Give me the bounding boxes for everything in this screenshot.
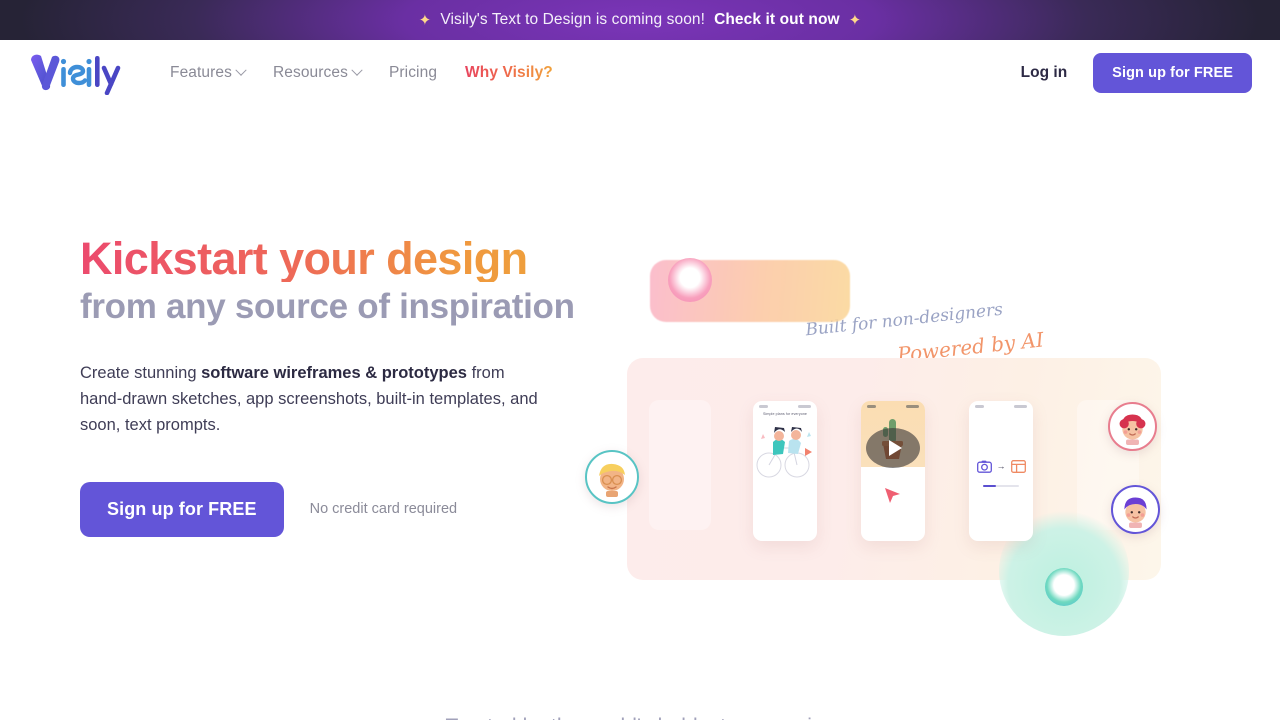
nav-item-pricing-label: Pricing <box>388 63 438 81</box>
sparkles-icon: ✦ <box>418 11 432 29</box>
sparkles-icon: ✦ <box>848 11 862 29</box>
nav-item-features[interactable]: Features <box>170 63 247 82</box>
announcement-banner[interactable]: ✦ Visily's Text to Design is coming soon… <box>0 0 1280 40</box>
mockup-status-bar <box>753 401 817 408</box>
wireframe-icon <box>1010 459 1026 473</box>
visily-logo[interactable] <box>28 51 128 95</box>
camera-icon <box>976 460 992 473</box>
avatar-illustration <box>1119 414 1146 445</box>
hero-cta-note: No credit card required <box>309 501 458 518</box>
avatar-purple-hair-character[interactable] <box>1111 485 1160 534</box>
arrow-right-icon: → <box>996 460 1006 471</box>
progress-track <box>983 484 1019 488</box>
hero-signup-button[interactable]: Sign up for FREE <box>80 481 284 537</box>
visily-logo-mark <box>31 54 121 95</box>
avatar-illustration <box>599 463 625 497</box>
nav-signup-button[interactable]: Sign up for FREE <box>1093 52 1252 93</box>
progress-fill <box>983 484 996 488</box>
nav-item-resources-label: Resources <box>272 63 348 81</box>
login-link[interactable]: Log in <box>1021 64 1068 82</box>
hero-subheadline: from any source of inspiration <box>80 287 575 327</box>
play-button[interactable] <box>866 428 920 468</box>
announcement-text: Visily's Text to Design is coming soon! <box>440 11 706 28</box>
trusted-by-section: Trusted by the world's boldest companies… <box>0 715 1280 720</box>
mockup-card-convert[interactable]: → <box>969 401 1033 541</box>
decorative-dot-top <box>668 258 712 302</box>
cursor-icon <box>885 488 900 503</box>
ghost-card-left <box>649 400 711 530</box>
illustration-panel: Simple plans for everyone → <box>627 358 1161 636</box>
hero-copy: Kickstart your design from any source of… <box>80 235 600 537</box>
mockup-card-video[interactable] <box>861 401 925 541</box>
nav-actions: Log in Sign up for FREE <box>1021 52 1252 93</box>
avatar-blond-character[interactable] <box>585 450 639 504</box>
nav-item-why-visily[interactable]: Why Visily? <box>465 64 553 82</box>
hero-headline: Kickstart your design <box>80 235 600 283</box>
announcement-banner-content: ✦ Visily's Text to Design is coming soon… <box>419 11 862 29</box>
main-navigation: Features Resources Pricing Why Visily? L… <box>0 40 1280 105</box>
mockup-card-sketch[interactable]: Simple plans for everyone <box>753 401 817 541</box>
nav-item-features-label: Features <box>170 63 232 81</box>
mockup-status-bar <box>861 401 925 408</box>
hero-section: Kickstart your design from any source of… <box>0 105 1280 720</box>
convert-flow: → <box>969 459 1033 473</box>
announcement-cta-link[interactable]: Check it out now <box>714 11 840 29</box>
play-icon <box>888 440 902 456</box>
hero-cta-row: Sign up for FREE No credit card required <box>80 481 600 537</box>
trusted-by-title: Trusted by the world's boldest companies <box>0 715 1280 720</box>
chevron-down-icon <box>235 64 247 76</box>
nav-item-resources[interactable]: Resources <box>272 63 363 82</box>
hero-description-bold: software wireframes & prototypes <box>201 363 467 382</box>
avatar-illustration <box>1124 497 1147 528</box>
decorative-dot-teal <box>1045 568 1083 606</box>
mockup-card-sketch-title: Simple plans for everyone <box>762 411 808 416</box>
people-bicycle-illustration <box>756 426 812 477</box>
avatar-red-hair-character[interactable] <box>1108 402 1157 451</box>
chevron-down-icon <box>351 64 363 76</box>
hero-description: Create stunning software wireframes & pr… <box>80 360 550 438</box>
mockup-status-bar <box>969 401 1033 408</box>
hero-illustration: Built for non-designers Powered by AI Si… <box>560 258 1260 636</box>
nav-links: Features Resources Pricing Why Visily? <box>170 64 553 82</box>
hero-description-part1: Create stunning <box>80 363 202 382</box>
nav-item-pricing[interactable]: Pricing <box>389 64 437 82</box>
